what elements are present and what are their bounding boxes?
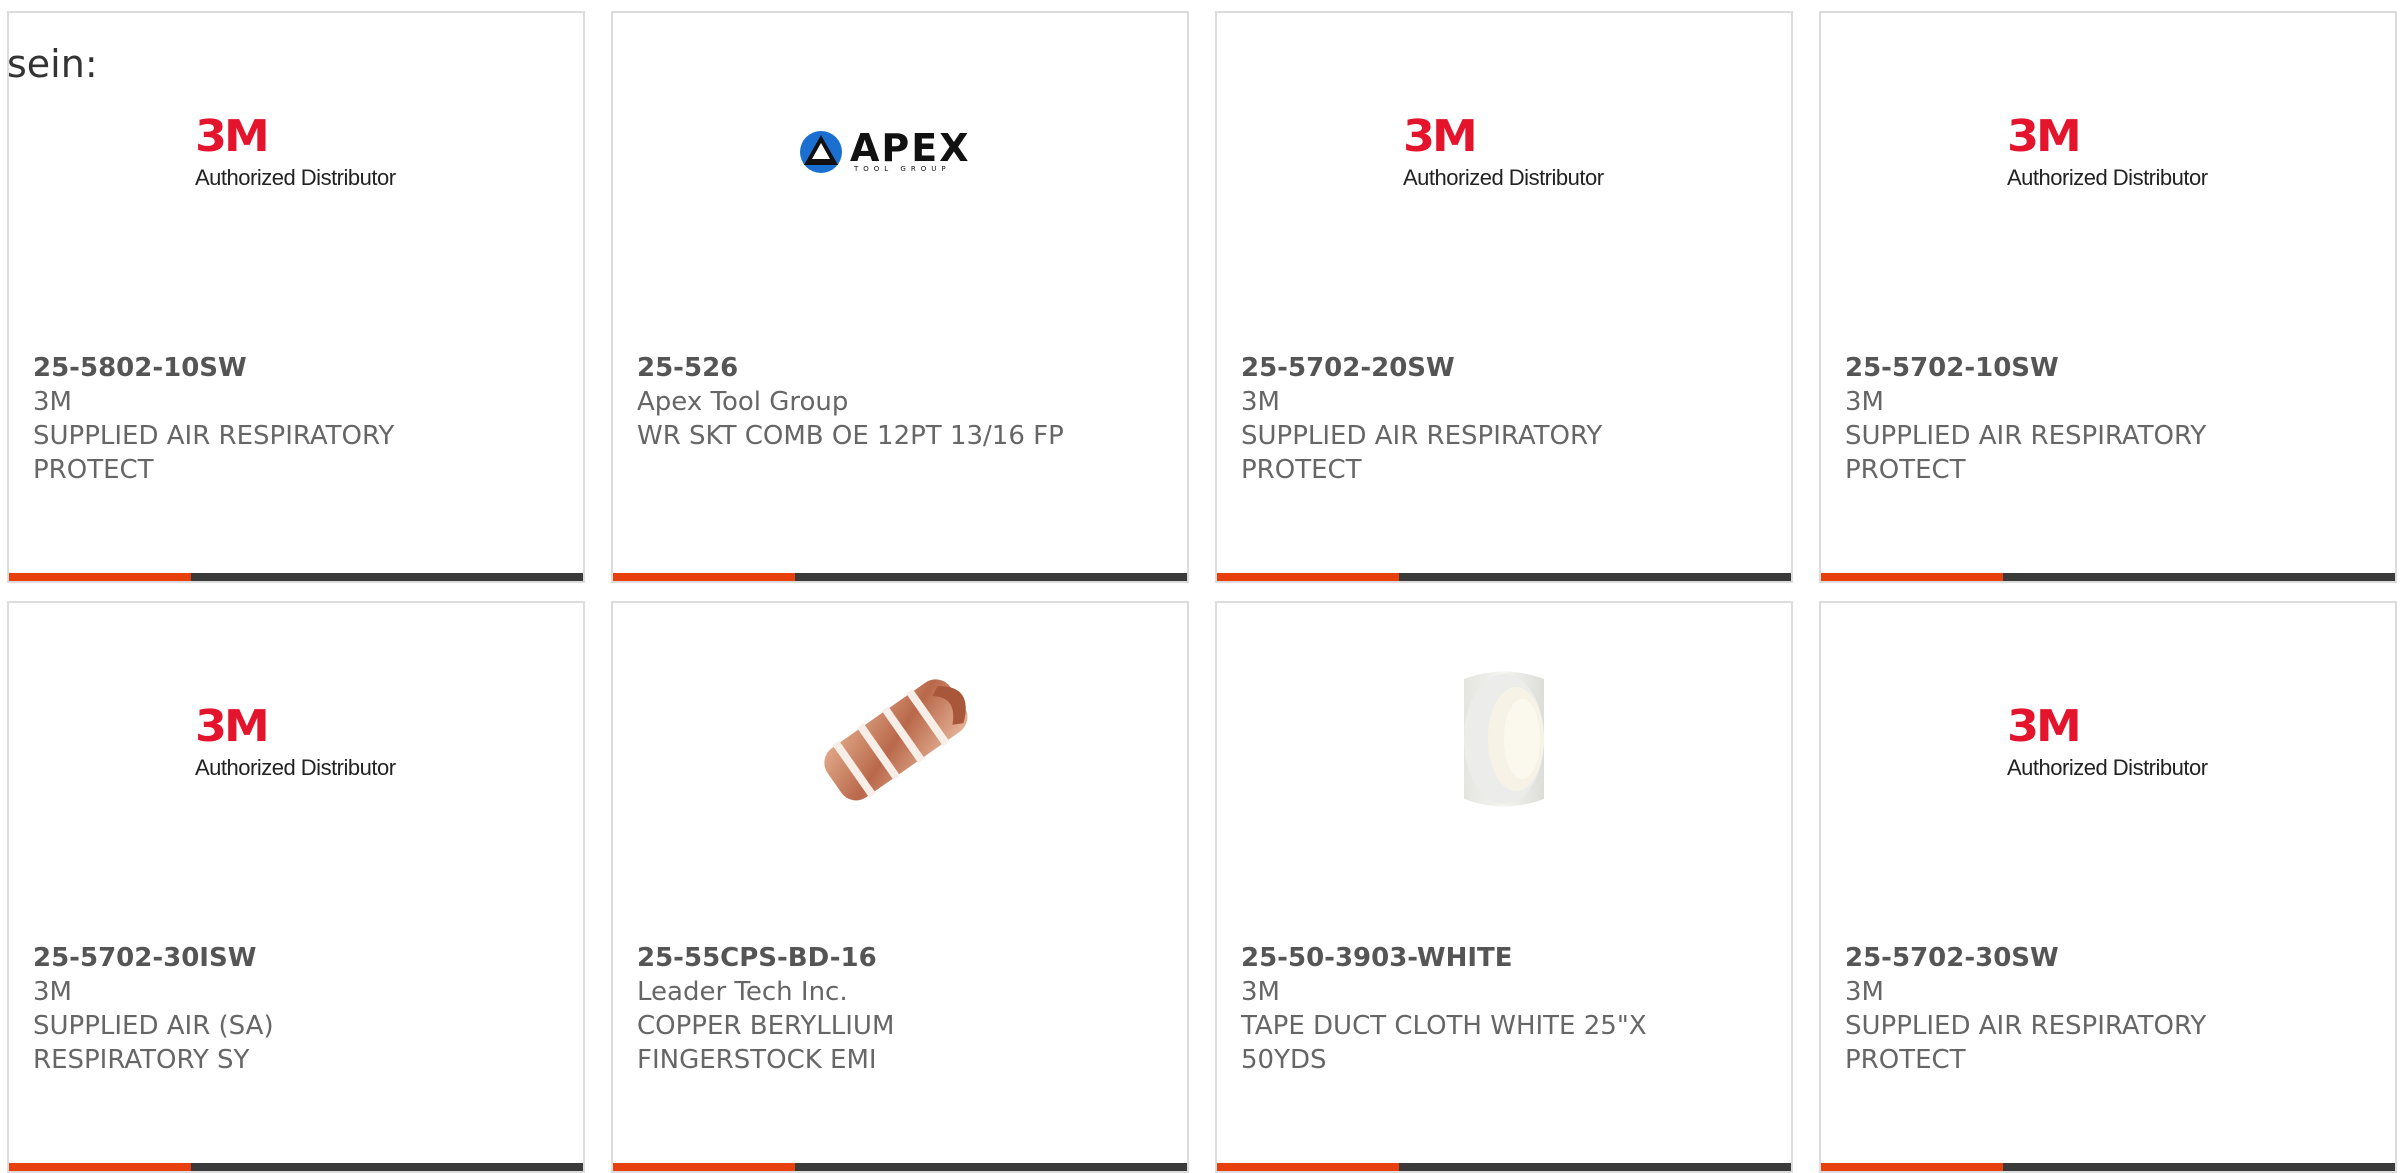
- card-progress-bar: [1821, 573, 2395, 581]
- apex-logo-tagline: TOOL GROUP: [854, 165, 951, 173]
- manufacturer: Leader Tech Inc.: [637, 977, 848, 1007]
- part-number-link[interactable]: 25-5702-10SW: [1845, 351, 2371, 385]
- white-tape-roll-photo: [1464, 671, 1544, 807]
- 3m-logo-subtitle: Authorized Distributor: [195, 165, 396, 190]
- part-number-link[interactable]: 25-5802-10SW: [33, 351, 559, 385]
- apex-logo-word: APEX: [850, 126, 971, 170]
- manufacturer: 3M: [1845, 977, 1884, 1007]
- description: TAPE DUCT CLOTH WHITE 25"X 50YDS: [1241, 1011, 1647, 1075]
- apex-tool-group-logo: APEX TOOL GROUP: [798, 129, 1002, 175]
- product-image[interactable]: 3M Authorized Distributor: [9, 603, 583, 943]
- part-number-link[interactable]: 25-50-3903-WHITE: [1241, 941, 1767, 975]
- 3m-logo-subtitle: Authorized Distributor: [2007, 755, 2208, 780]
- card-progress-bar: [9, 1163, 583, 1171]
- description: SUPPLIED AIR RESPIRATORY PROTECT: [1241, 421, 1603, 485]
- card-progress-bar: [1217, 573, 1791, 581]
- manufacturer: 3M: [1845, 387, 1884, 417]
- description: SUPPLIED AIR (SA) RESPIRATORY SY: [33, 1011, 274, 1075]
- product-card[interactable]: 3M Authorized Distributor 25-5702-20SW 3…: [1215, 11, 1793, 583]
- part-number-link[interactable]: 25-526: [637, 351, 1163, 385]
- part-number-link[interactable]: 25-5702-30SW: [1845, 941, 2371, 975]
- 3m-logo-mark: 3M: [1403, 110, 1478, 162]
- product-image[interactable]: 3M Authorized Distributor: [1821, 603, 2395, 943]
- part-number-link[interactable]: 25-55CPS-BD-16: [637, 941, 1163, 975]
- product-image[interactable]: APEX TOOL GROUP: [613, 13, 1187, 353]
- 3m-logo-mark: 3M: [2007, 700, 2082, 752]
- description: SUPPLIED AIR RESPIRATORY PROTECT: [1845, 421, 2207, 485]
- apex-emblem-icon: [800, 131, 842, 173]
- manufacturer: Apex Tool Group: [637, 387, 849, 417]
- product-card[interactable]: 3M Authorized Distributor 25-5702-10SW 3…: [1819, 11, 2397, 583]
- 3m-logo-mark: 3M: [2007, 110, 2082, 162]
- manufacturer: 3M: [33, 387, 72, 417]
- product-image[interactable]: [613, 603, 1187, 943]
- 3m-logo: 3M Authorized Distributor: [195, 113, 397, 193]
- description: WR SKT COMB OE 12PT 13/16 FP: [637, 421, 1064, 451]
- 3m-logo-subtitle: Authorized Distributor: [195, 755, 396, 780]
- card-progress-bar: [613, 573, 1187, 581]
- product-image[interactable]: [1217, 603, 1791, 943]
- product-card[interactable]: 25-50-3903-WHITE 3M TAPE DUCT CLOTH WHIT…: [1215, 601, 1793, 1173]
- 3m-logo-mark: 3M: [195, 110, 270, 162]
- 3m-logo-subtitle: Authorized Distributor: [1403, 165, 1604, 190]
- 3m-logo: 3M Authorized Distributor: [1403, 113, 1605, 193]
- card-progress-bar: [1821, 1163, 2395, 1171]
- description: SUPPLIED AIR RESPIRATORY PROTECT: [1845, 1011, 2207, 1075]
- copper-fingerstock-photo: [824, 679, 968, 801]
- product-card[interactable]: 3M Authorized Distributor 25-5802-10SW 3…: [7, 11, 585, 583]
- product-image[interactable]: 3M Authorized Distributor: [1217, 13, 1791, 353]
- 3m-logo: 3M Authorized Distributor: [195, 703, 397, 783]
- part-number-link[interactable]: 25-5702-30ISW: [33, 941, 559, 975]
- card-progress-bar: [9, 573, 583, 581]
- product-image[interactable]: 3M Authorized Distributor: [1821, 13, 2395, 353]
- 3m-logo: 3M Authorized Distributor: [2007, 703, 2209, 783]
- card-progress-bar: [613, 1163, 1187, 1171]
- card-progress-bar: [1217, 1163, 1791, 1171]
- 3m-logo-subtitle: Authorized Distributor: [2007, 165, 2208, 190]
- product-card[interactable]: APEX TOOL GROUP 25-526 Apex Tool Group W…: [611, 11, 1189, 583]
- description: COPPER BERYLLIUM FINGERSTOCK EMI: [637, 1011, 895, 1075]
- intro-text: sein:: [7, 42, 98, 86]
- manufacturer: 3M: [33, 977, 72, 1007]
- product-card[interactable]: 25-55CPS-BD-16 Leader Tech Inc. COPPER B…: [611, 601, 1189, 1173]
- product-card[interactable]: 3M Authorized Distributor 25-5702-30ISW …: [7, 601, 585, 1173]
- 3m-logo-mark: 3M: [195, 700, 270, 752]
- manufacturer: 3M: [1241, 387, 1280, 417]
- 3m-logo: 3M Authorized Distributor: [2007, 113, 2209, 193]
- description: SUPPLIED AIR RESPIRATORY PROTECT: [33, 421, 395, 485]
- part-number-link[interactable]: 25-5702-20SW: [1241, 351, 1767, 385]
- manufacturer: 3M: [1241, 977, 1280, 1007]
- product-card[interactable]: 3M Authorized Distributor 25-5702-30SW 3…: [1819, 601, 2397, 1173]
